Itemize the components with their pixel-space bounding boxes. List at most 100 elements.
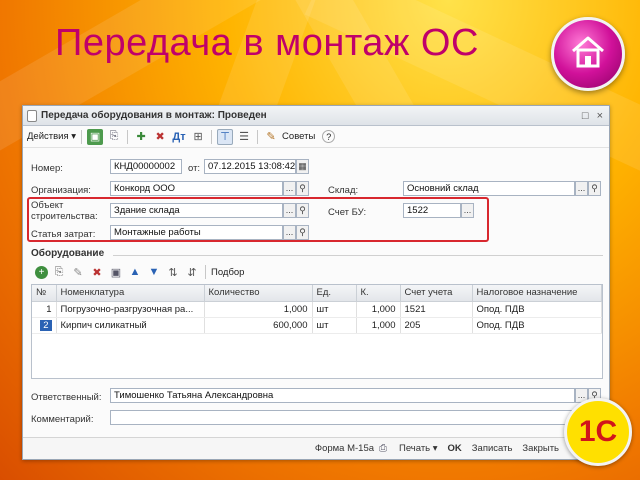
toolbar: Действия ▾ ▣ ⎘ ✚ ✖ Дт ⊞ ⊤ ☰ ✎ Советы ? — [23, 126, 609, 148]
toolbar-separator — [81, 129, 83, 144]
copy-row-icon[interactable]: ⎘ — [51, 264, 67, 280]
account-field[interactable]: 1522 — [403, 203, 461, 218]
account-select-button[interactable]: ... — [461, 203, 474, 218]
toolbar-separator — [211, 129, 213, 144]
warehouse-open-button[interactable]: ⚲ — [588, 181, 601, 196]
comment-label: Комментарий: — [31, 414, 94, 425]
unit-cell[interactable]: шт — [312, 317, 357, 334]
construction-object-label: Объект строительства: — [31, 200, 98, 222]
organization-open-button[interactable]: ⚲ — [296, 181, 309, 196]
warehouse-select-button[interactable]: ... — [575, 181, 588, 196]
unit-cell[interactable]: шт — [312, 301, 357, 318]
quantity-cell[interactable]: 1,000 — [204, 301, 313, 318]
move-down-icon[interactable]: ▼ — [146, 264, 162, 280]
document-icon — [27, 109, 37, 122]
row-number: 1 — [32, 301, 57, 318]
toolbar-separator — [257, 129, 259, 144]
magnifier-icon: ⚲ — [299, 227, 306, 237]
equipment-toolbar: + ⎘ ✎ ✖ ▣ ▲ ▼ ⇅ ⇵ Подбор — [35, 264, 244, 280]
cost-item-select-button[interactable]: ... — [283, 225, 296, 240]
print-icon: ⎙ — [379, 443, 388, 454]
responsible-field[interactable]: Тимошенко Татьяна Александровна — [110, 388, 575, 403]
unpost-document-icon[interactable]: ✖ — [152, 129, 168, 145]
table-header-row: № Номенклатура Количество Ед. К. Счет уч… — [32, 285, 602, 302]
column-header[interactable]: К. — [356, 285, 401, 302]
column-header[interactable]: Налоговое назначение — [472, 285, 602, 302]
magnifier-icon: ⚲ — [591, 183, 598, 193]
table-row[interactable]: 2 Кирпич силикатный 600,000 шт 1,000 205… — [32, 317, 602, 334]
form-m15a-button[interactable]: Форма М-15а ⎙ — [315, 443, 389, 455]
hierarchy-icon[interactable]: ⊤ — [217, 128, 234, 145]
nomenclature-cell[interactable]: Погрузочно-разгрузочная ра... — [56, 301, 205, 318]
close-button[interactable]: × — [597, 110, 603, 122]
sort-descending-icon[interactable]: ⇵ — [184, 264, 200, 280]
save-icon[interactable]: ▣ — [87, 128, 104, 145]
column-header[interactable]: Количество — [204, 285, 313, 302]
column-header[interactable]: Номенклатура — [56, 285, 205, 302]
window-title: Передача оборудования в монтаж: Проведен — [41, 110, 267, 121]
movement-icon[interactable]: Дт — [171, 129, 187, 145]
column-header[interactable]: Ед. — [312, 285, 357, 302]
1c-logo-text: 1С — [578, 415, 618, 448]
actions-menu[interactable]: Действия ▾ — [27, 131, 76, 142]
organization-field[interactable]: Конкорд ООО — [110, 181, 283, 196]
sort-ascending-icon[interactable]: ⇅ — [165, 264, 181, 280]
ok-button[interactable]: OK — [448, 443, 462, 454]
section-divider — [113, 255, 603, 256]
calendar-button[interactable]: ▦ — [296, 159, 309, 174]
copy-icon[interactable]: ⎘ — [106, 129, 122, 145]
end-edit-icon[interactable]: ▣ — [108, 264, 124, 280]
number-label: Номер: — [31, 163, 63, 174]
column-header[interactable]: Счет учета — [400, 285, 473, 302]
responsible-label: Ответственный: — [31, 392, 102, 403]
home-button[interactable] — [551, 17, 625, 91]
date-field[interactable]: 07.12.2015 13:08:42 — [204, 159, 296, 174]
close-window-button[interactable]: Закрыть — [522, 443, 559, 454]
structure-icon[interactable]: ⊞ — [190, 129, 206, 145]
comment-field[interactable] — [110, 410, 601, 425]
window-titlebar: Передача оборудования в монтаж: Проведен… — [23, 106, 609, 126]
equipment-section-title: Оборудование — [31, 248, 105, 259]
save-button[interactable]: Записать — [472, 443, 513, 454]
tips-button[interactable]: ✎ Советы — [263, 129, 315, 145]
post-document-icon[interactable]: ✚ — [133, 129, 149, 145]
magnifier-icon: ⚲ — [299, 183, 306, 193]
account-cell[interactable]: 205 — [400, 317, 473, 334]
tax-purpose-cell[interactable]: Опод. ПДВ — [472, 301, 602, 318]
cost-item-field[interactable]: Монтажные работы — [110, 225, 283, 240]
date-from-label: от: — [188, 163, 201, 174]
coefficient-cell[interactable]: 1,000 — [356, 301, 401, 318]
construction-object-open-button[interactable]: ⚲ — [296, 203, 309, 218]
edit-row-icon[interactable]: ✎ — [70, 264, 86, 280]
nomenclature-cell[interactable]: Кирпич силикатный — [56, 317, 205, 334]
account-cell[interactable]: 1521 — [400, 301, 473, 318]
toolbar-separator — [127, 129, 129, 144]
cost-item-open-button[interactable]: ⚲ — [296, 225, 309, 240]
help-icon[interactable]: ? — [322, 130, 336, 143]
warehouse-field[interactable]: Основний склад — [403, 181, 575, 196]
add-row-icon[interactable]: + — [35, 265, 48, 279]
warehouse-label: Склад: — [328, 185, 359, 196]
organization-select-button[interactable]: ... — [283, 181, 296, 196]
construction-object-select-button[interactable]: ... — [283, 203, 296, 218]
home-icon — [572, 36, 604, 68]
document-window: Передача оборудования в монтаж: Проведен… — [22, 105, 610, 460]
print-menu-button[interactable]: Печать ▾ — [399, 443, 438, 454]
calendar-icon: ▦ — [298, 161, 307, 171]
quantity-cell[interactable]: 600,000 — [204, 317, 313, 334]
maximize-button[interactable]: □ — [582, 110, 589, 122]
table-row[interactable]: 1 Погрузочно-разгрузочная ра... 1,000 шт… — [32, 301, 602, 318]
selection-button[interactable]: Подбор — [211, 267, 244, 278]
delete-row-icon[interactable]: ✖ — [89, 264, 105, 280]
construction-object-field[interactable]: Здание склада — [110, 203, 283, 218]
list-icon[interactable]: ☰ — [236, 129, 252, 145]
coefficient-cell[interactable]: 1,000 — [356, 317, 401, 334]
move-up-icon[interactable]: ▲ — [127, 264, 143, 280]
row-number: 2 — [32, 317, 57, 334]
column-header[interactable]: № — [32, 285, 57, 302]
account-label: Счет БУ: — [328, 207, 367, 218]
tax-purpose-cell[interactable]: Опод. ПДВ — [472, 317, 602, 334]
number-field[interactable]: КНД00000002 — [110, 159, 182, 174]
toolbar-separator — [205, 265, 206, 279]
bottom-bar: Форма М-15а ⎙ Печать ▾ OK Записать Закры… — [23, 437, 609, 459]
